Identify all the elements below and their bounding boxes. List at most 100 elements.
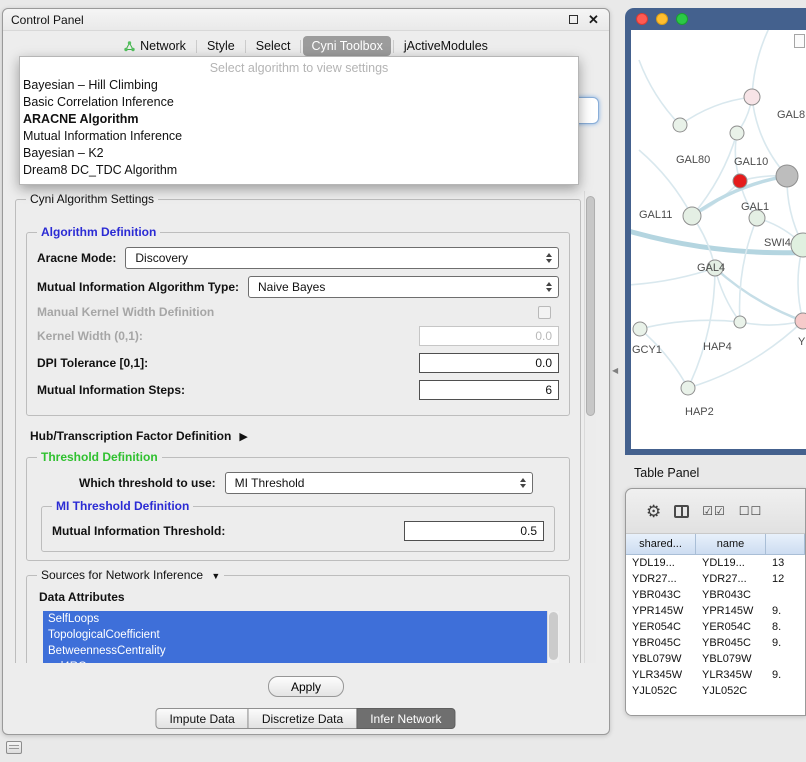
tab-label: Network — [140, 39, 186, 53]
attribute-item-selfloops[interactable]: SelfLoops — [43, 611, 547, 627]
tab-style[interactable]: Style — [199, 36, 243, 56]
algorithm-option-bayesian-k2[interactable]: Bayesian – K2 — [20, 145, 578, 162]
mi-threshold-label: Mutual Information Threshold: — [52, 524, 225, 538]
hub-definition-label: Hub/Transcription Factor Definition — [30, 429, 231, 443]
network-node[interactable] — [633, 322, 647, 336]
table-cell: YPR145W — [696, 603, 766, 619]
data-attributes-list: SelfLoopsTopologicalCoefficientBetweenne… — [43, 611, 547, 663]
bottom-tab-infer-network[interactable]: Infer Network — [356, 708, 455, 729]
network-node[interactable] — [744, 89, 760, 105]
network-edge[interactable] — [688, 321, 803, 388]
minimized-panel-icon[interactable] — [6, 741, 22, 754]
table-cell: YPR145W — [626, 603, 696, 619]
algorithm-option-bayesian-hill-climbing[interactable]: Bayesian – Hill Climbing — [20, 77, 578, 94]
aracne-mode-value: Discovery — [135, 251, 188, 265]
tab-jactivemodules[interactable]: jActiveModules — [396, 36, 496, 56]
panel-collapse-arrow[interactable]: ◀ — [612, 366, 618, 375]
bottom-tab-impute-data[interactable]: Impute Data — [155, 708, 248, 729]
table-settings-gear-icon[interactable]: ⚙ — [646, 503, 661, 520]
network-canvas[interactable]: GAL8GAL80GAL10GAL11GAL1SWI4GAL4GCY1HAP4Y… — [631, 30, 806, 449]
network-edge[interactable] — [715, 268, 803, 321]
table-cell: YBL079W — [696, 651, 766, 667]
network-edge[interactable] — [639, 60, 680, 125]
column-header-blank[interactable] — [766, 534, 805, 555]
network-node[interactable] — [776, 165, 798, 187]
close-traffic-light-icon[interactable] — [636, 13, 648, 25]
show-columns-icon[interactable] — [674, 505, 689, 518]
float-window-button[interactable] — [566, 12, 581, 27]
close-window-button[interactable]: ✕ — [586, 12, 601, 27]
tab-network[interactable]: Network — [116, 36, 194, 56]
mi-threshold-row: Mutual Information Threshold: 0.5 — [52, 521, 544, 541]
manual-kernel-checkbox[interactable] — [538, 306, 551, 319]
mi-type-select[interactable]: Naive Bayes — [248, 276, 559, 298]
table-row[interactable]: YBR043CYBR043C — [626, 587, 805, 603]
table-row[interactable]: YJL052CYJL052C — [626, 683, 805, 699]
canvas-corner-widget[interactable] — [794, 34, 805, 48]
stepper-arrows-icon — [546, 253, 552, 263]
network-node[interactable] — [795, 313, 806, 329]
stepper-arrows-icon — [520, 478, 526, 488]
mi-threshold-input[interactable]: 0.5 — [404, 521, 544, 541]
network-node[interactable] — [733, 174, 747, 188]
column-header-name[interactable]: name — [696, 534, 766, 555]
algorithm-option-basic-correlation-inference[interactable]: Basic Correlation Inference — [20, 94, 578, 111]
list-scrollbar-thumb[interactable] — [549, 612, 558, 660]
algorithm-option-dream8-dc-tdc-algorithm[interactable]: Dream8 DC_TDC Algorithm — [20, 162, 578, 179]
network-edge[interactable] — [680, 97, 752, 125]
tab-cyni-toolbox[interactable]: Cyni Toolbox — [303, 36, 390, 56]
aracne-mode-label: Aracne Mode: — [37, 251, 116, 265]
network-edge[interactable] — [688, 268, 715, 388]
minimize-traffic-light-icon[interactable] — [656, 13, 668, 25]
apply-button[interactable]: Apply — [268, 676, 344, 697]
network-window-titlebar[interactable] — [625, 8, 806, 30]
network-edge[interactable] — [640, 329, 688, 388]
deselect-all-icon[interactable]: ☐☐ — [739, 505, 763, 517]
table-row[interactable]: YDL19...YDL19...13 — [626, 555, 805, 571]
network-edge[interactable] — [740, 218, 757, 322]
mi-steps-input[interactable]: 6 — [419, 380, 559, 400]
zoom-traffic-light-icon[interactable] — [676, 13, 688, 25]
table-cell: 9. — [766, 667, 805, 683]
algorithm-option-mutual-information-inference[interactable]: Mutual Information Inference — [20, 128, 578, 145]
mi-steps-label: Mutual Information Steps: — [37, 383, 185, 397]
aracne-mode-select[interactable]: Discovery — [125, 247, 559, 269]
table-row[interactable]: YBR045CYBR045C9. — [626, 635, 805, 651]
table-row[interactable]: YBL079WYBL079W — [626, 651, 805, 667]
column-header-shared[interactable]: shared... — [626, 534, 696, 555]
bottom-tab-discretize-data[interactable]: Discretize Data — [248, 708, 357, 729]
dpi-tolerance-input[interactable]: 0.0 — [419, 353, 559, 373]
table-row[interactable]: YDR27...YDR27...12 — [626, 571, 805, 587]
attribute-item-betweennesscentrality[interactable]: BetweennessCentrality — [43, 643, 547, 659]
manual-kernel-row: Manual Kernel Width Definition — [37, 305, 559, 319]
network-edge[interactable] — [640, 320, 740, 329]
table-row[interactable]: YER054CYER054C8. — [626, 619, 805, 635]
table-cell — [766, 587, 805, 603]
attribute-item-gal4rgexp[interactable]: gal4RGexp — [43, 659, 547, 663]
mi-steps-row: Mutual Information Steps: 6 — [37, 380, 559, 400]
hub-definition-expander[interactable]: Hub/Transcription Factor Definition ▶ — [30, 429, 574, 443]
network-edge[interactable] — [715, 268, 740, 322]
select-all-icon[interactable]: ☑☑ — [702, 505, 726, 517]
attribute-item-topologicalcoefficient[interactable]: TopologicalCoefficient — [43, 627, 547, 643]
network-node[interactable] — [730, 126, 744, 140]
kernel-width-input[interactable]: 0.0 — [419, 326, 559, 346]
network-edge[interactable] — [740, 321, 803, 325]
table-cell: YBR043C — [696, 587, 766, 603]
list-scrollbar[interactable] — [547, 611, 559, 663]
network-node[interactable] — [683, 207, 701, 225]
network-icon — [124, 41, 135, 52]
table-row[interactable]: YPR145WYPR145W9. — [626, 603, 805, 619]
table-body: YDL19...YDL19...13YDR27...YDR27...12YBR0… — [626, 555, 805, 716]
settings-scrollbar-thumb[interactable] — [586, 196, 595, 416]
which-threshold-select[interactable]: MI Threshold — [225, 472, 533, 494]
algorithm-option-aracne-algorithm[interactable]: ARACNE Algorithm — [20, 111, 578, 128]
network-node[interactable] — [681, 381, 695, 395]
collapse-down-icon[interactable]: ▼ — [211, 571, 220, 581]
network-node[interactable] — [734, 316, 746, 328]
network-edge[interactable] — [752, 30, 771, 97]
network-node[interactable] — [673, 118, 687, 132]
settings-scrollbar[interactable] — [584, 191, 596, 663]
table-row[interactable]: YLR345WYLR345W9. — [626, 667, 805, 683]
tab-select[interactable]: Select — [248, 36, 299, 56]
